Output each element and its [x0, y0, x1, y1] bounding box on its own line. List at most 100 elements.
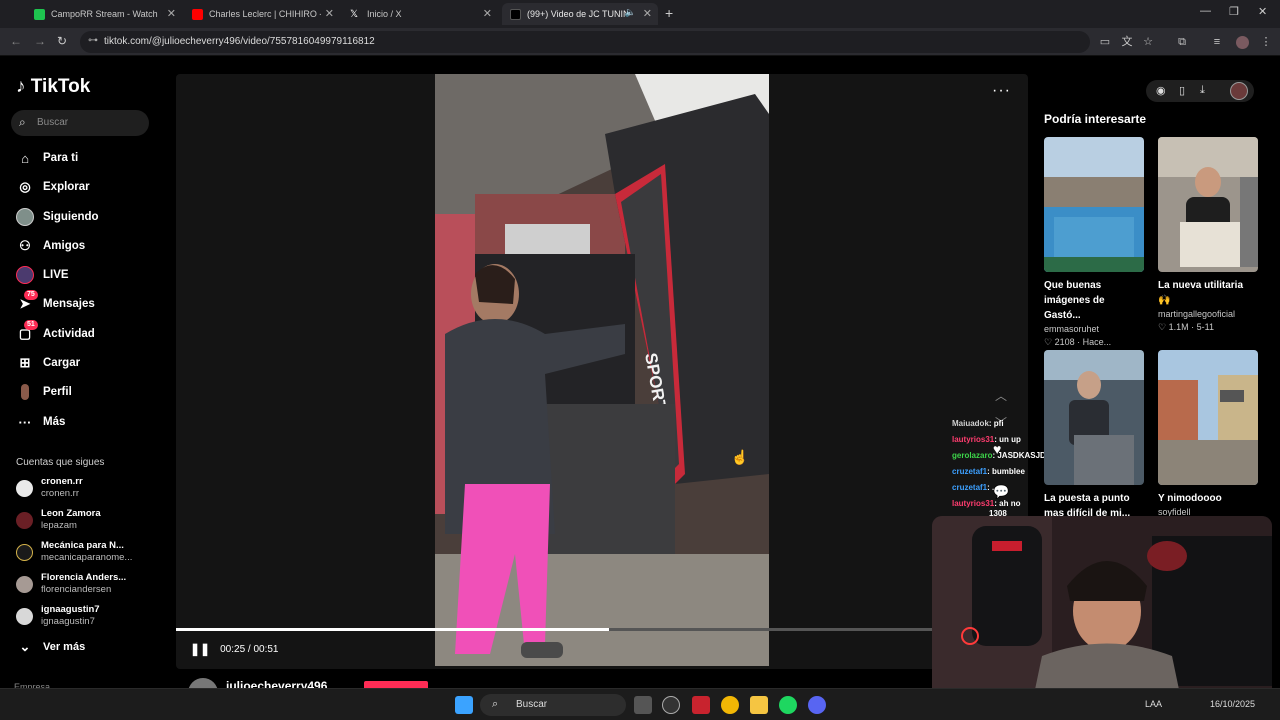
- device-icon[interactable]: ▯: [1179, 84, 1185, 97]
- comment-icon[interactable]: 💬: [993, 484, 1009, 500]
- upload-icon: ⊞: [19, 355, 31, 370]
- nav-live[interactable]: LIVE: [16, 265, 69, 285]
- suggestion-date: Hace...: [1082, 337, 1112, 347]
- account-username: cronen.rr: [41, 488, 80, 499]
- chat-user: lautyrios31: [952, 499, 995, 508]
- url-input[interactable]: ⊶ tiktok.com/@julioecheverry496/video/75…: [80, 31, 1090, 53]
- site-info-icon[interactable]: ⊶: [88, 35, 98, 46]
- browser-tab-x[interactable]: 𝕏 Inicio / X ✕: [342, 3, 498, 25]
- speaker-icon[interactable]: 🔈: [625, 7, 636, 18]
- send-icon: ➤ 75: [16, 290, 38, 313]
- author-name[interactable]: julioecheverry496: [226, 679, 327, 688]
- close-tab-icon[interactable]: ✕: [643, 7, 652, 20]
- previous-video-arrow-icon[interactable]: ︿: [995, 387, 1007, 404]
- taskbar-search-input[interactable]: ⌕ Buscar: [480, 694, 626, 716]
- cast-icon[interactable]: ▭: [1099, 36, 1111, 48]
- user-avatar-icon[interactable]: [1230, 82, 1248, 100]
- pause-icon[interactable]: ❚❚: [190, 642, 210, 656]
- windows-start-icon[interactable]: [455, 696, 473, 714]
- chat-user: Maiuadok: [952, 419, 989, 428]
- nav-label: Siguiendo: [43, 211, 99, 223]
- tiktok-note-icon: ♪: [16, 76, 26, 97]
- browser-tab-youtube[interactable]: Charles Leclerc | CHIHIRO - You ✕: [184, 3, 340, 25]
- x-favicon-icon: 𝕏: [350, 8, 359, 20]
- profile-avatar-icon[interactable]: [1236, 36, 1249, 49]
- avatar: [16, 608, 33, 625]
- minimize-icon[interactable]: —: [1200, 5, 1211, 17]
- media-control-icon[interactable]: ≡: [1211, 36, 1223, 48]
- nav-explorar[interactable]: ◎ Explorar: [16, 177, 89, 197]
- spotify-icon[interactable]: [779, 696, 797, 714]
- video-more-options-button[interactable]: ···: [992, 82, 1011, 100]
- keyboard-language[interactable]: LAA: [1145, 699, 1162, 709]
- forward-icon[interactable]: →: [34, 34, 46, 48]
- tab-title: CampoRR Stream - Watch Live: [51, 9, 161, 19]
- nav-mensajes[interactable]: ➤ 75 Mensajes: [16, 290, 95, 314]
- browser-tab-tiktok[interactable]: (99+) Video de JC TUNING | 🔈 ✕: [502, 3, 658, 25]
- nav-siguiendo[interactable]: Siguiendo: [16, 207, 99, 227]
- see-more-link[interactable]: ⌄ Ver más: [16, 637, 86, 657]
- nav-actividad[interactable]: ▢ 51 Actividad: [16, 320, 95, 344]
- top-tools-bar: ◉ ▯ ⤓: [1146, 80, 1254, 102]
- chat-user: gerolazaro: [952, 451, 993, 460]
- live-icon: [16, 266, 34, 284]
- like-heart-icon[interactable]: ♥: [993, 441, 1001, 457]
- chat-line: lautyrios31: un up: [952, 435, 1021, 444]
- browser-tab-bar: CampoRR Stream - Watch Live ✕ Charles Le…: [0, 0, 1280, 28]
- suggestion-card[interactable]: Y nimodoooo soyfidell: [1158, 350, 1258, 517]
- file-explorer-icon[interactable]: [750, 696, 768, 714]
- activity-badge: 51: [24, 320, 38, 330]
- suggestion-thumbnail: [1044, 137, 1144, 272]
- chat-line: lautyrios31: ah no: [952, 499, 1020, 508]
- nav-cargar[interactable]: ⊞ Cargar: [16, 353, 81, 373]
- follow-button[interactable]: [364, 681, 428, 688]
- suggestion-card[interactable]: La nueva utilitaria 🙌 martingallegoofici…: [1158, 137, 1258, 333]
- chrome-icon[interactable]: [721, 696, 739, 714]
- search-input[interactable]: ⌕ Buscar: [11, 110, 149, 136]
- reload-icon[interactable]: ↻: [57, 34, 67, 48]
- new-tab-button[interactable]: +: [665, 5, 673, 21]
- close-tab-icon[interactable]: ✕: [325, 7, 334, 20]
- account-name: ignaagustin7: [41, 604, 100, 615]
- copilot-icon[interactable]: [662, 696, 680, 714]
- nav-mas[interactable]: ··· Más: [16, 412, 66, 432]
- tiktok-favicon-icon: [510, 8, 521, 20]
- task-view-icon[interactable]: [634, 696, 652, 714]
- close-tab-icon[interactable]: ✕: [167, 7, 176, 20]
- nav-label: Más: [43, 416, 66, 428]
- app-icon[interactable]: [692, 696, 710, 714]
- video-player[interactable]: SPORT ☝: [435, 74, 769, 666]
- suggestion-title: Y nimodoooo: [1158, 493, 1222, 504]
- restore-icon[interactable]: ❐: [1229, 5, 1239, 18]
- account-name: Leon Zamora: [41, 508, 101, 519]
- back-icon[interactable]: ←: [10, 34, 22, 48]
- chat-line: Maiuadok: pfi: [952, 419, 1004, 428]
- chrome-menu-icon[interactable]: ⋮: [1260, 36, 1272, 48]
- suggestion-card[interactable]: Que buenas imágenes de Gastó... emmasoru…: [1044, 137, 1144, 348]
- url-text: tiktok.com/@julioecheverry496/video/7557…: [104, 36, 375, 47]
- chat-message: : pfi: [988, 419, 1004, 428]
- extensions-icon[interactable]: ⧉: [1176, 36, 1188, 48]
- translate-icon[interactable]: 文: [1121, 36, 1133, 48]
- bookmark-star-icon[interactable]: ☆: [1142, 36, 1154, 48]
- playback-controls: ❚❚ 00:25 / 00:51: [190, 642, 279, 656]
- logo-text: TikTok: [30, 76, 91, 97]
- tiktok-logo[interactable]: ♪ TikTok: [16, 76, 90, 98]
- nav-label: Mensajes: [43, 298, 95, 310]
- chat-line: cruzetaf1: bumblee: [952, 467, 1025, 476]
- suggestion-user: emmasoruhet: [1044, 324, 1100, 334]
- video-progress-bar[interactable]: [176, 628, 936, 631]
- download-icon[interactable]: ⤓: [1200, 84, 1205, 97]
- close-window-icon[interactable]: ✕: [1258, 5, 1267, 18]
- taskbar-date[interactable]: 16/10/2025: [1210, 699, 1255, 709]
- taskbar-search-label: Buscar: [516, 699, 548, 710]
- coin-icon[interactable]: ◉: [1156, 84, 1166, 97]
- discord-icon[interactable]: [808, 696, 826, 714]
- browser-tab-camporr[interactable]: CampoRR Stream - Watch Live ✕: [26, 3, 182, 25]
- nav-para-ti[interactable]: ⌂ Para ti: [16, 148, 78, 168]
- nav-amigos[interactable]: ⚇ Amigos: [16, 236, 85, 256]
- suggestion-card[interactable]: La puesta a punto mas difícil de mi...: [1044, 350, 1144, 521]
- suggestion-user: martingallegooficial: [1158, 309, 1236, 319]
- nav-perfil[interactable]: Perfil: [16, 382, 72, 402]
- close-tab-icon[interactable]: ✕: [483, 7, 492, 20]
